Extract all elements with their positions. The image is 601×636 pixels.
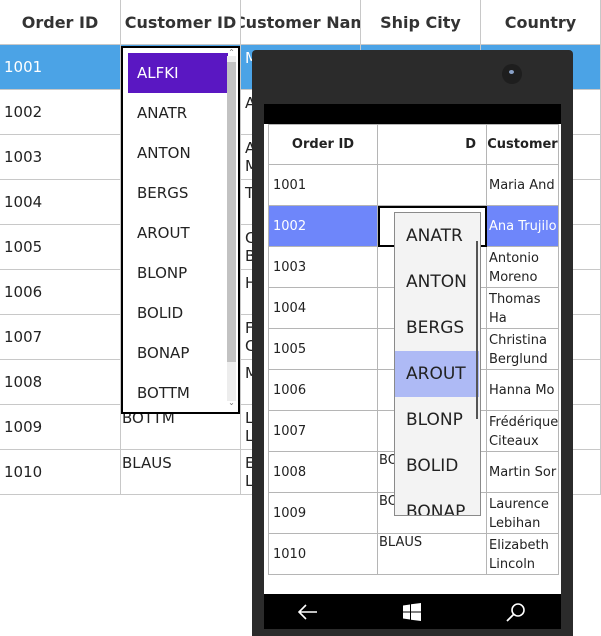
customer-id-options: ALFKI ANATR ANTON BERGS AROUT BLONP BOLID BONAP… — [128, 53, 228, 413]
column-header[interactable]: Customer Nam — [241, 0, 361, 45]
phone-customer-name-cell: Thomas Ha — [487, 288, 559, 329]
phone-dropdown-option[interactable]: ANTON — [395, 259, 479, 305]
scroll-up-icon[interactable]: ⌃ — [227, 48, 236, 57]
phone-customer-id-cell[interactable]: BLAUS — [378, 534, 487, 575]
phone-order-id-cell: 1010 — [269, 534, 378, 575]
dropdown-scrollbar[interactable]: ⌃ ⌄ — [227, 48, 236, 407]
phone-dropdown-option[interactable]: BLONP — [395, 397, 479, 443]
dropdown-option[interactable]: ANTON — [128, 133, 228, 173]
phone-dropdown-scrollbar[interactable] — [476, 241, 478, 419]
phone-order-id-cell: 1009 — [269, 493, 378, 534]
phone-table-row[interactable]: 1010 BLAUS Elizabeth Lincoln — [268, 534, 559, 575]
phone-dropdown-option[interactable]: BOLID — [395, 443, 479, 489]
windows-logo-icon[interactable] — [382, 594, 442, 629]
order-id-cell: 1007 — [0, 315, 121, 360]
column-header[interactable]: Ship City — [361, 0, 481, 45]
phone-customer-name-cell: Elizabeth Lincoln — [487, 534, 559, 575]
phone-order-id-cell: 1002 — [269, 206, 378, 247]
phone-table-row[interactable]: 1001 Maria And — [268, 165, 559, 206]
phone-customer-name-cell: Antonio Moreno — [487, 247, 559, 288]
dropdown-option[interactable]: BOTTM — [128, 373, 228, 413]
customer-id-cell[interactable]: BLAUS — [121, 450, 241, 495]
phone-customer-name-cell: Laurence Lebihan — [487, 493, 559, 534]
phone-order-id-cell: 1008 — [269, 452, 378, 493]
phone-dropdown-option[interactable]: BERGS — [395, 305, 479, 351]
order-id-cell: 1004 — [0, 180, 121, 225]
scroll-down-icon[interactable]: ⌄ — [227, 398, 236, 407]
order-id-cell: 1005 — [0, 225, 121, 270]
column-header[interactable]: Order ID — [0, 0, 121, 45]
phone-screen: Order ID D Customer 1001 Maria And 1002 Ana T… — [264, 104, 561, 629]
phone-order-id-cell: 1004 — [269, 288, 378, 329]
phone-customer-name-cell: Maria And — [487, 165, 559, 206]
phone-column-header[interactable]: Order ID — [268, 124, 378, 165]
order-id-cell: 1009 — [0, 405, 121, 450]
search-icon[interactable] — [486, 594, 546, 629]
phone-customer-id-dropdown[interactable]: ANATR ANTON BERGS AROUT BLONP BOLID BONAP — [394, 212, 481, 516]
order-id-cell: 1010 — [0, 450, 121, 495]
phone-column-header[interactable]: D — [378, 124, 487, 165]
order-id-cell: 1008 — [0, 360, 121, 405]
order-id-cell: 1001 — [0, 45, 121, 90]
order-id-cell: 1003 — [0, 135, 121, 180]
phone-order-id-cell: 1007 — [269, 411, 378, 452]
dropdown-option[interactable]: BLONP — [128, 253, 228, 293]
phone-customer-name-cell: Christina Berglund — [487, 329, 559, 370]
phone-order-id-cell: 1006 — [269, 370, 378, 411]
phone-nav-bar — [264, 594, 561, 629]
phone-orders-grid: Order ID D Customer 1001 Maria And 1002 Ana T… — [268, 124, 559, 576]
phone-customer-name-cell: Martin Sor — [487, 452, 559, 493]
phone-column-header[interactable]: Customer — [487, 124, 559, 165]
dropdown-option[interactable]: ALFKI — [128, 53, 228, 93]
phone-dropdown-option[interactable]: BONAP — [395, 489, 479, 515]
column-header[interactable]: Customer ID — [121, 0, 241, 45]
order-id-cell: 1006 — [0, 270, 121, 315]
dropdown-option[interactable]: BOLID — [128, 293, 228, 333]
dropdown-option[interactable]: BONAP — [128, 333, 228, 373]
dropdown-option[interactable]: ANATR — [128, 93, 228, 133]
customer-id-dropdown[interactable]: ALFKI ANATR ANTON BERGS AROUT BLONP BOLID BONAP… — [121, 46, 240, 414]
phone-order-id-cell: 1001 — [269, 165, 378, 206]
phone-customer-name-cell: Ana Trujilo — [487, 206, 559, 247]
phone-customer-id-options: ANATR ANTON BERGS AROUT BLONP BOLID BONAP — [395, 213, 480, 515]
back-arrow-icon[interactable] — [278, 594, 338, 629]
order-id-cell: 1002 — [0, 90, 121, 135]
scrollbar-thumb[interactable] — [227, 62, 236, 362]
dropdown-option[interactable]: AROUT — [128, 213, 228, 253]
column-header[interactable]: Country — [481, 0, 601, 45]
phone-customer-name-cell: Frédérique Citeaux — [487, 411, 559, 452]
phone-customer-name-cell: Hanna Mo — [487, 370, 559, 411]
phone-order-id-cell: 1003 — [269, 247, 378, 288]
phone-customer-id-cell[interactable] — [378, 165, 487, 206]
phone-order-id-cell: 1005 — [269, 329, 378, 370]
phone-dropdown-option[interactable]: AROUT — [395, 351, 479, 397]
phone-emulator: Order ID D Customer 1001 Maria And 1002 Ana T… — [252, 50, 573, 636]
camera-icon — [502, 64, 522, 84]
dropdown-option[interactable]: BERGS — [128, 173, 228, 213]
status-bar — [264, 104, 561, 124]
phone-dropdown-option[interactable]: ANATR — [395, 213, 479, 259]
